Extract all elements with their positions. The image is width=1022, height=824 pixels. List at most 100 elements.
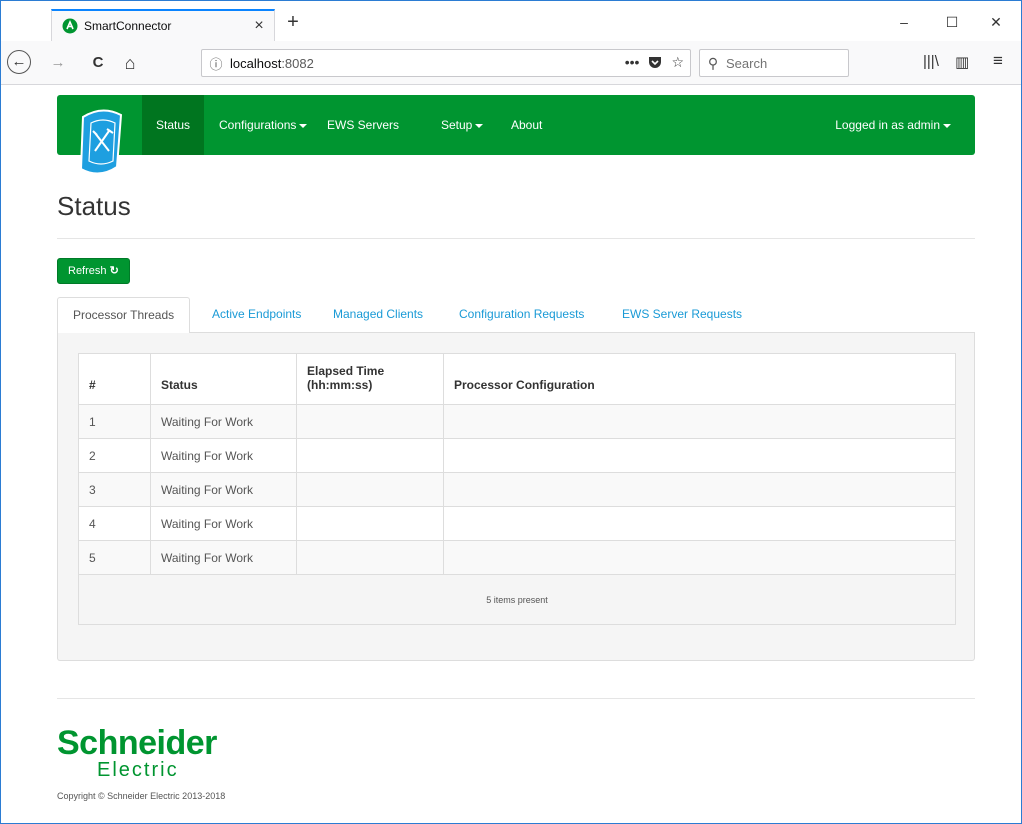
cell-processor-configuration	[443, 506, 956, 541]
url-text: localhost:8082	[230, 56, 314, 71]
page-actions-icon[interactable]: •••	[625, 54, 640, 71]
nav-status[interactable]: Status	[142, 95, 205, 155]
menu-icon[interactable]: ≡	[993, 51, 1003, 71]
schneider-electric-logo: Schneider Electric	[57, 726, 217, 780]
copyright-text: Copyright © Schneider Electric 2013-2018	[57, 791, 226, 801]
nav-configurations[interactable]: Configurations	[205, 95, 321, 155]
nav-configurations-label: Configurations	[219, 118, 297, 132]
table-row: 3 Waiting For Work	[78, 472, 956, 507]
table-row: 2 Waiting For Work	[78, 438, 956, 473]
cell-status: Waiting For Work	[150, 540, 297, 575]
url-port: :8082	[281, 55, 314, 71]
tab-ews-server-requests[interactable]: EWS Server Requests	[607, 297, 757, 333]
cell-processor-configuration	[443, 438, 956, 473]
refresh-icon: ↻	[109, 265, 119, 277]
status-tabs: Processor Threads Active Endpoints Manag…	[57, 297, 975, 334]
tab-label: Configuration Requests	[459, 307, 585, 321]
tab-active-endpoints[interactable]: Active Endpoints	[197, 297, 316, 333]
back-button[interactable]: ←	[7, 50, 31, 74]
table-row: 5 Waiting For Work	[78, 540, 956, 575]
bookmark-star-icon[interactable]: ☆	[671, 54, 684, 71]
reload-button[interactable]: C	[85, 50, 111, 76]
browser-window: SmartConnector × + – ☐ ✕ ← → C ⌂ ⓘ local…	[0, 0, 1022, 824]
items-count: 5 items present	[78, 574, 956, 625]
sidebar-icon[interactable]: ▥	[955, 53, 969, 71]
tab-configuration-requests[interactable]: Configuration Requests	[444, 297, 599, 333]
browser-toolbar: ← → C ⌂ ⓘ localhost:8082 ••• ☆ ⚲ Search …	[1, 41, 1021, 85]
cell-number: 5	[78, 540, 151, 575]
cell-number: 3	[78, 472, 151, 507]
cell-elapsed-time	[296, 472, 444, 507]
processor-threads-table: # Status Elapsed Time (hh:mm:ss) Processo…	[78, 353, 956, 625]
tab-panel: # Status Elapsed Time (hh:mm:ss) Processo…	[57, 333, 975, 661]
refresh-button-label: Refresh	[68, 265, 107, 277]
divider	[57, 238, 975, 239]
column-header-number[interactable]: #	[78, 353, 151, 405]
logo-electric: Electric	[97, 759, 179, 781]
tab-processor-threads[interactable]: Processor Threads	[57, 297, 191, 334]
caret-down-icon	[943, 123, 951, 128]
info-icon[interactable]: ⓘ	[202, 54, 230, 73]
cell-number: 2	[78, 438, 151, 473]
cell-elapsed-time	[296, 404, 444, 439]
page-content: Status Configurations EWS Servers Setup …	[1, 86, 1021, 823]
elapsed-time-line1: Elapsed Time	[307, 364, 385, 378]
cell-number: 1	[78, 404, 151, 439]
table-row: 1 Waiting For Work	[78, 404, 956, 439]
table-header-row: # Status Elapsed Time (hh:mm:ss) Processo…	[78, 353, 956, 405]
library-icon[interactable]: |||\	[923, 53, 939, 70]
tab-strip: SmartConnector × + – ☐ ✕	[1, 1, 1021, 41]
column-header-status[interactable]: Status	[150, 353, 297, 405]
tab-close-icon[interactable]: ×	[248, 17, 270, 35]
logo-schneider: Schneider	[57, 724, 217, 762]
new-tab-button[interactable]: +	[281, 11, 305, 35]
tab-label: Processor Threads	[73, 308, 175, 322]
column-header-elapsed-time[interactable]: Elapsed Time (hh:mm:ss)	[296, 353, 444, 405]
maximize-button[interactable]: ☐	[929, 9, 975, 37]
pocket-icon[interactable]	[647, 54, 663, 70]
nav-setup-label: Setup	[441, 118, 473, 132]
nav-about[interactable]: About	[497, 95, 556, 155]
tab-label: Managed Clients	[333, 307, 424, 321]
nav-ews-servers[interactable]: EWS Servers	[313, 95, 413, 155]
cell-status: Waiting For Work	[150, 472, 297, 507]
minimize-button[interactable]: –	[881, 9, 927, 37]
app-navbar: Status Configurations EWS Servers Setup …	[57, 95, 975, 175]
browser-tab[interactable]: SmartConnector ×	[51, 9, 275, 41]
search-input[interactable]: ⚲ Search	[699, 49, 849, 77]
nav-about-label: About	[511, 118, 543, 132]
cell-number: 4	[78, 506, 151, 541]
page-title: Status	[57, 191, 131, 221]
refresh-button[interactable]: Refresh ↻	[57, 258, 130, 284]
cell-processor-configuration	[443, 404, 956, 439]
tab-managed-clients[interactable]: Managed Clients	[318, 297, 438, 333]
cell-elapsed-time	[296, 540, 444, 575]
nav-status-label: Status	[156, 118, 191, 132]
tab-label: Active Endpoints	[212, 307, 302, 321]
smartconnector-logo-icon[interactable]	[77, 107, 127, 177]
divider	[57, 698, 975, 699]
url-host: localhost	[230, 55, 282, 71]
search-placeholder: Search	[726, 55, 768, 71]
cell-processor-configuration	[443, 472, 956, 507]
tab-label: EWS Server Requests	[622, 307, 743, 321]
tab-title: SmartConnector	[84, 19, 172, 33]
cell-status: Waiting For Work	[150, 404, 297, 439]
url-bar[interactable]: ⓘ localhost:8082 ••• ☆	[201, 49, 691, 77]
cell-status: Waiting For Work	[150, 506, 297, 541]
table-footer-row: 5 items present	[78, 574, 956, 625]
nav-ews-servers-label: EWS Servers	[327, 118, 400, 132]
cell-status: Waiting For Work	[150, 438, 297, 473]
close-window-button[interactable]: ✕	[973, 9, 1019, 37]
column-header-processor-configuration[interactable]: Processor Configuration	[443, 353, 956, 405]
caret-down-icon	[299, 123, 308, 128]
forward-button[interactable]: →	[45, 50, 71, 76]
cell-elapsed-time	[296, 506, 444, 541]
caret-down-icon	[475, 123, 484, 128]
search-icon: ⚲	[707, 54, 719, 71]
cell-processor-configuration	[443, 540, 956, 575]
home-button[interactable]: ⌂	[117, 50, 143, 76]
smartconnector-favicon-icon	[62, 18, 78, 34]
nav-setup[interactable]: Setup	[427, 95, 497, 155]
user-menu[interactable]: Logged in as admin	[825, 95, 961, 155]
